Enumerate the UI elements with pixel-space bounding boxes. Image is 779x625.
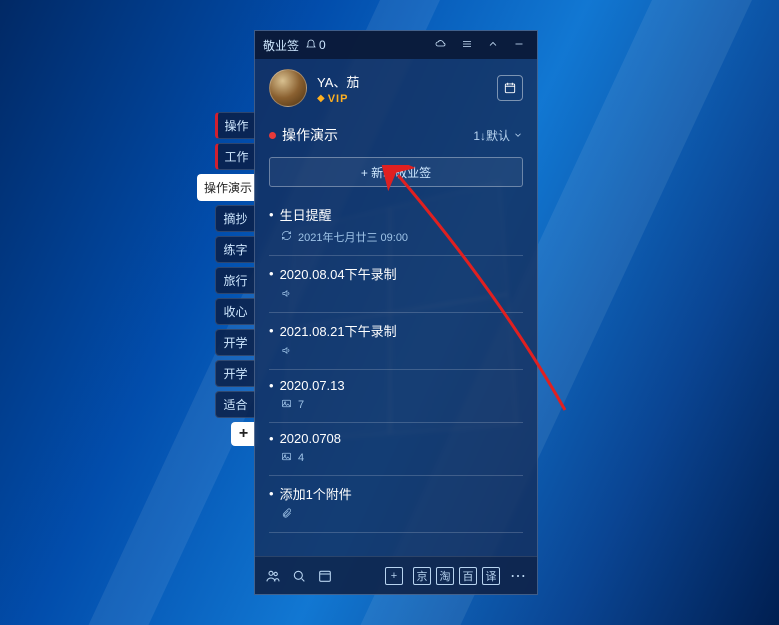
side-tab[interactable]: 开学 xyxy=(215,360,255,387)
image-icon xyxy=(281,451,292,465)
shortcut-button[interactable]: 百 xyxy=(459,567,477,585)
avatar[interactable] xyxy=(269,69,307,107)
repeat-icon xyxy=(281,230,292,244)
shortcut-button[interactable]: 淘 xyxy=(436,567,454,585)
bullet-icon: • xyxy=(269,379,274,392)
audio-icon xyxy=(281,345,292,359)
note-meta xyxy=(269,288,523,302)
bullet-icon: • xyxy=(269,267,274,280)
bullet-icon: • xyxy=(269,487,274,500)
diamond-icon: ◆ xyxy=(317,93,325,104)
side-tabs-container: 操作工作操作演示摘抄练字旅行收心开学开学适合+ xyxy=(215,112,255,446)
side-tab[interactable]: 练字 xyxy=(215,236,255,263)
chevron-up-icon xyxy=(487,38,499,50)
shortcut-button[interactable]: 译 xyxy=(482,567,500,585)
side-tab[interactable]: 工作 xyxy=(215,143,255,170)
side-tab[interactable]: 操作 xyxy=(215,112,255,139)
vip-badge: ◆ VIP xyxy=(317,93,359,105)
calendar-nav-button[interactable] xyxy=(317,568,333,584)
minimize-icon xyxy=(513,38,525,50)
more-button[interactable]: ⋯ xyxy=(510,566,527,586)
category-header: 操作演示 1↓默认 xyxy=(255,117,537,153)
note-item[interactable]: • 生日提醒 2021年七月廿三 09:00 xyxy=(269,197,523,256)
cloud-icon xyxy=(435,38,447,50)
titlebar: 敬业签 0 xyxy=(255,31,537,59)
menu-icon xyxy=(461,38,473,50)
image-icon xyxy=(281,398,292,412)
note-title: 2020.08.04下午录制 xyxy=(280,264,397,283)
bullet-icon: • xyxy=(269,324,274,337)
bullet-icon: • xyxy=(269,208,274,221)
note-item[interactable]: • 2020.0708 4 xyxy=(269,423,523,476)
side-tab[interactable]: 收心 xyxy=(215,298,255,325)
chevron-down-icon xyxy=(513,130,523,140)
app-name: 敬业签 xyxy=(263,37,299,54)
sort-dropdown[interactable]: 1↓默认 xyxy=(473,127,523,144)
category-color-dot xyxy=(269,132,276,139)
note-item[interactable]: • 2020.07.13 7 xyxy=(269,370,523,423)
note-title: 生日提醒 xyxy=(280,205,332,224)
app-window: 敬业签 0 YA、茄 ◆ VIP xyxy=(254,30,538,595)
side-tab[interactable]: 旅行 xyxy=(215,267,255,294)
side-tab[interactable]: 操作演示 xyxy=(197,174,255,201)
audio-icon xyxy=(281,288,292,302)
side-tab[interactable]: 开学 xyxy=(215,329,255,356)
attachment-icon xyxy=(281,508,292,522)
bottom-bar: + 京淘百译 ⋯ xyxy=(255,556,537,594)
calendar-small-icon xyxy=(317,568,333,584)
sync-button[interactable] xyxy=(431,36,451,55)
note-meta: 7 xyxy=(269,398,523,412)
note-item[interactable]: • 添加1个附件 xyxy=(269,476,523,533)
add-tab-button[interactable]: + xyxy=(231,422,255,446)
collapse-button[interactable] xyxy=(483,36,503,55)
side-tab[interactable]: 适合 xyxy=(215,391,255,418)
note-meta xyxy=(269,508,523,522)
calendar-icon xyxy=(503,81,517,95)
note-meta xyxy=(269,345,523,359)
add-note-button[interactable]: + 新增敬业签 xyxy=(269,157,523,187)
team-button[interactable] xyxy=(265,568,281,584)
notification-bell[interactable]: 0 xyxy=(305,38,326,52)
calendar-button[interactable] xyxy=(497,75,523,101)
note-title: 2020.07.13 xyxy=(280,378,345,393)
note-meta: 4 xyxy=(269,451,523,465)
side-tab[interactable]: 摘抄 xyxy=(215,205,255,232)
note-title: 2020.0708 xyxy=(280,431,341,446)
username: YA、茄 xyxy=(317,72,359,91)
people-icon xyxy=(265,568,281,584)
bullet-icon: • xyxy=(269,432,274,445)
minimize-button[interactable] xyxy=(509,36,529,55)
note-meta: 2021年七月廿三 09:00 xyxy=(269,229,523,245)
menu-button[interactable] xyxy=(457,36,477,55)
search-button[interactable] xyxy=(291,568,307,584)
bell-icon xyxy=(305,39,317,51)
search-icon xyxy=(291,568,307,584)
shortcut-button[interactable]: 京 xyxy=(413,567,431,585)
notes-list[interactable]: • 生日提醒 2021年七月廿三 09:00 • 2020.08.04下午录制 • 2021… xyxy=(255,197,537,556)
profile-section: YA、茄 ◆ VIP xyxy=(255,59,537,117)
note-title: 2021.08.21下午录制 xyxy=(280,321,397,340)
add-square-button[interactable]: + xyxy=(385,567,403,585)
category-title: 操作演示 xyxy=(282,125,467,145)
note-item[interactable]: • 2021.08.21下午录制 xyxy=(269,313,523,370)
note-item[interactable]: • 2020.08.04下午录制 xyxy=(269,256,523,313)
note-title: 添加1个附件 xyxy=(280,484,352,503)
